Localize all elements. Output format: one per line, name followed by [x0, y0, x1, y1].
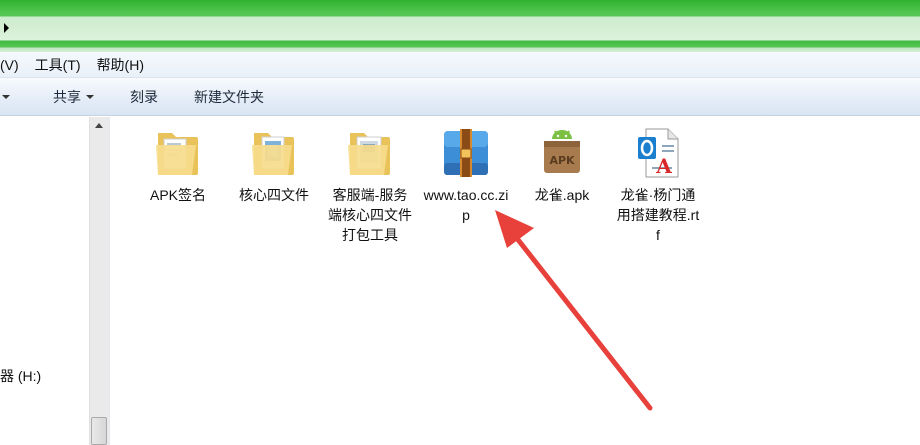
nav-drive-h[interactable]: 器 (H:)	[0, 366, 41, 386]
folder-icon	[346, 127, 394, 179]
file-item-apk-sign[interactable]: APK签名	[133, 127, 223, 205]
folder-icon	[250, 127, 298, 179]
file-name: 客服端-服务端核心四文件打包工具	[328, 187, 412, 243]
scroll-thumb[interactable]	[91, 417, 107, 445]
file-item-zip[interactable]: www.tao.cc.zip	[421, 127, 511, 225]
file-item-core-four[interactable]: 核心四文件	[229, 127, 319, 205]
svg-text:A: A	[655, 154, 672, 178]
menu-bar: (V) 工具(T) 帮助(H)	[0, 52, 920, 78]
file-name: 龙雀.apk	[534, 187, 590, 203]
scroll-up-icon[interactable]	[95, 123, 103, 128]
window-title-band	[0, 0, 920, 52]
menu-help[interactable]: 帮助(H)	[89, 55, 152, 75]
file-name: www.tao.cc.zip	[423, 187, 509, 223]
menu-view[interactable]: (V)	[0, 57, 27, 73]
address-expand-arrow-icon[interactable]	[4, 23, 9, 33]
file-name: 核心四文件	[239, 187, 309, 203]
organize-dropdown[interactable]	[0, 94, 10, 99]
share-button[interactable]: 共享	[53, 87, 94, 107]
chevron-down-icon	[86, 94, 94, 99]
svg-text:APK: APK	[549, 154, 575, 167]
rtf-document-icon: A	[634, 127, 682, 179]
android-apk-icon: APK	[538, 127, 586, 179]
file-item-packing-tool[interactable]: 客服端-服务端核心四文件打包工具	[325, 127, 415, 245]
chevron-down-icon	[2, 94, 10, 99]
command-toolbar: 共享 刻录 新建文件夹	[0, 78, 920, 116]
file-name: 龙雀·杨门通用搭建教程.rtf	[616, 187, 700, 243]
file-name: APK签名	[149, 187, 206, 203]
new-folder-button[interactable]: 新建文件夹	[194, 87, 264, 107]
nav-scrollbar[interactable]	[89, 117, 109, 445]
winrar-zip-icon	[442, 127, 490, 179]
menu-tools[interactable]: 工具(T)	[27, 55, 89, 75]
file-item-rtf[interactable]: A 龙雀·杨门通用搭建教程.rtf	[613, 127, 703, 245]
file-list-area: APK签名 核心四文件 客服端-服务端核心四文件打包工具 www.tao.cc.…	[111, 117, 920, 445]
file-item-apk[interactable]: APK 龙雀.apk	[517, 127, 607, 205]
folder-icon	[154, 127, 202, 179]
share-label: 共享	[53, 88, 81, 105]
burn-button[interactable]: 刻录	[130, 87, 158, 107]
